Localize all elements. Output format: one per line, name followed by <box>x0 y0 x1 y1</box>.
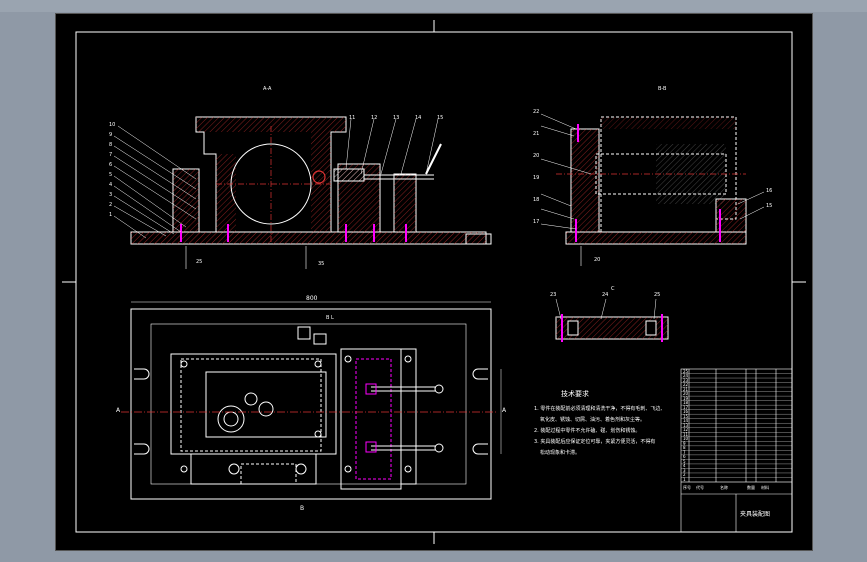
part-balloon: 8 <box>109 142 113 148</box>
part-balloon: 5 <box>109 172 113 178</box>
dim-right-base: 35 <box>318 261 325 267</box>
part-balloon: 2 <box>109 202 113 208</box>
note-line: 1. 零件在装配前必须清理和清洗干净，不得有毛刺、飞边、 <box>534 406 666 412</box>
part-balloon: 3 <box>109 192 113 198</box>
part-balloon: 9 <box>109 132 113 138</box>
part-balloon: 22 <box>533 109 540 115</box>
plan-section-marks: B L <box>326 315 334 321</box>
plan-label-b: B <box>300 505 305 512</box>
dim-height: 20 <box>594 257 601 263</box>
part-balloon: 11 <box>349 115 356 121</box>
part-balloon: 10 <box>109 122 116 128</box>
part-balloon: 1 <box>109 212 113 218</box>
part-balloon: 17 <box>533 219 540 225</box>
title-block-name: 夹具装配图 <box>740 511 771 518</box>
view-label-c: C <box>611 286 615 292</box>
plan-label-a-left: A <box>116 407 121 414</box>
part-balloon: 12 <box>371 115 378 121</box>
bom-header-cell: 材料 <box>761 485 769 490</box>
note-line: 氧化皮、锈蚀、切屑、油污、着色剂和灰尘等。 <box>540 417 646 423</box>
dim-left-base: 25 <box>196 259 203 265</box>
part-balloon: 7 <box>109 152 113 158</box>
bom-header-cell: 代号 <box>696 485 704 490</box>
part-balloon: 20 <box>533 153 540 159</box>
part-balloon: 15 <box>766 203 773 209</box>
part-balloon: 15 <box>437 115 444 121</box>
part-balloon: 14 <box>415 115 422 121</box>
cad-viewer: A-A B-B C 10 9 8 7 6 5 4 3 2 1 11 12 13 14 15 22 21 20 1… <box>0 0 867 562</box>
bom-row-number: 1 <box>683 476 686 482</box>
note-line: 3. 夹具装配后应保证定位可靠，夹紧方便灵活，不得有 <box>534 439 656 445</box>
part-balloon: 23 <box>550 292 557 298</box>
plan-view <box>121 301 502 500</box>
part-balloon: 6 <box>109 162 113 168</box>
drawing-svg <box>62 20 806 544</box>
view-label-a: A-A <box>263 86 272 92</box>
part-balloon: 21 <box>533 131 540 137</box>
bom-header-cell: 名称 <box>720 485 728 490</box>
drawing-canvas[interactable]: A-A B-B C 10 9 8 7 6 5 4 3 2 1 11 12 13 14 15 22 21 20 1… <box>55 13 813 551</box>
part-balloon: 4 <box>109 182 113 188</box>
part-balloon: 24 <box>602 292 609 298</box>
side-section-view <box>540 113 765 266</box>
part-balloon: 13 <box>393 115 400 121</box>
plan-label-a-right: A <box>502 407 507 414</box>
bom-header-cell: 序号 <box>683 485 691 490</box>
note-line: 2. 装配过程中零件不允许磕、碰、划伤和锈蚀。 <box>534 428 641 434</box>
dim-overall-width: 800 <box>306 295 318 302</box>
note-line: 松动现象和卡滞。 <box>540 450 581 456</box>
notes-title: 技术要求 <box>561 390 589 398</box>
view-label-b: B-B <box>658 86 667 92</box>
detail-view-c <box>555 298 669 342</box>
part-balloon: 18 <box>533 197 540 203</box>
part-balloon: 25 <box>654 292 661 298</box>
part-balloon: 19 <box>533 175 540 181</box>
bom-header-cell: 数量 <box>747 485 755 490</box>
part-balloon: 16 <box>766 188 773 194</box>
title-block-rows <box>681 373 792 483</box>
front-section-view <box>113 116 492 269</box>
